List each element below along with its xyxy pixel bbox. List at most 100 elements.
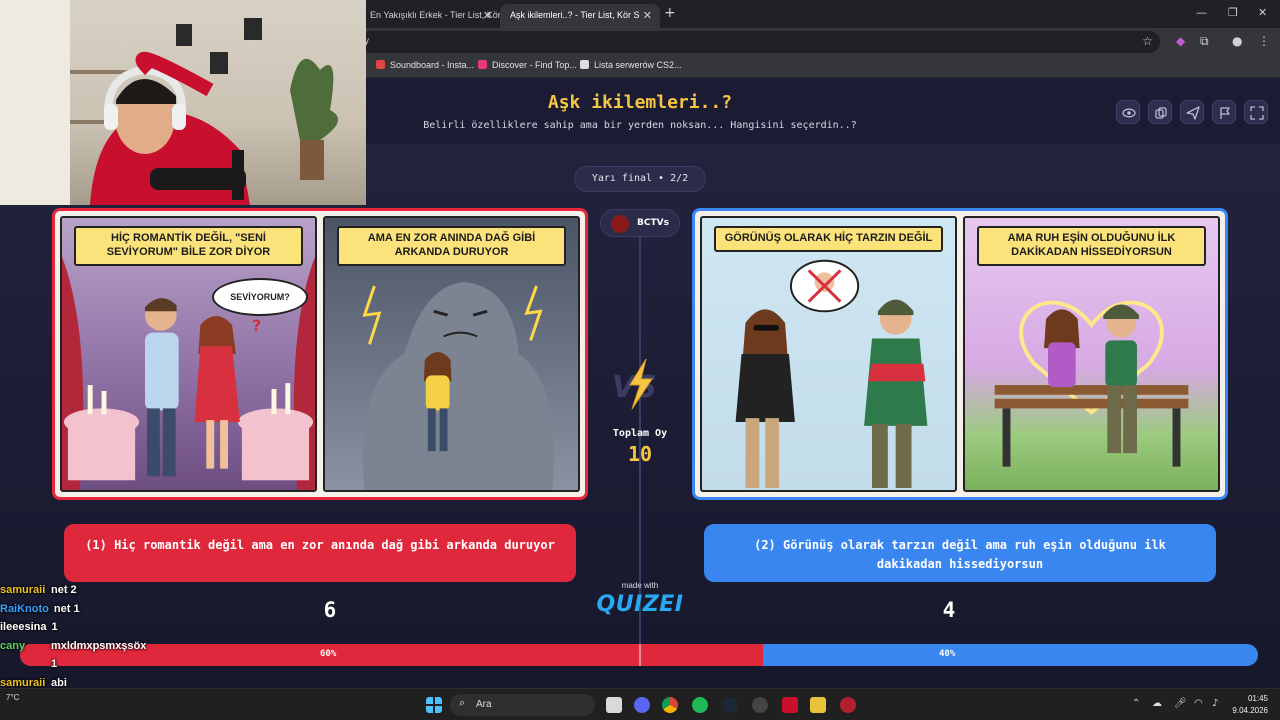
view-button[interactable] xyxy=(1116,100,1140,124)
cloud-icon[interactable]: ☁ xyxy=(1152,698,1162,709)
steam-icon[interactable] xyxy=(722,697,738,713)
streamer-webcam xyxy=(0,0,366,205)
chat-message: samuraii net 2 xyxy=(0,584,280,603)
puzzle-icon[interactable]: ⧉ xyxy=(1200,34,1209,49)
total-votes-value: 10 xyxy=(627,442,653,466)
option-1-panel-1: HİÇ ROMANTİK DEĞİL, "SENİ SEVİYORUM" BİL… xyxy=(60,216,317,492)
close-icon[interactable]: ✕ xyxy=(483,9,492,22)
windows-start-icon[interactable] xyxy=(426,697,442,713)
option-2-vote-count: 4 xyxy=(942,598,956,622)
option-2-panel-2-caption: AMA RUH EŞİN OLDUĞUNU İLK DAKİKADAN HİSS… xyxy=(977,226,1206,266)
share-button[interactable] xyxy=(1180,100,1204,124)
vote-option-2-button[interactable]: (2) Görünüş olarak tarzın değil ama ruh … xyxy=(704,524,1216,582)
app-icon[interactable] xyxy=(810,697,826,713)
chat-text: abi xyxy=(51,676,67,689)
option-1-card[interactable]: HİÇ ROMANTİK DEĞİL, "SENİ SEVİYORUM" BİL… xyxy=(52,208,588,500)
tab-label: Aşk ikilemleri..? - Tier List, Kör S xyxy=(510,10,640,20)
chat-username: RaiKnoto xyxy=(0,602,49,615)
star-icon[interactable]: ☆ xyxy=(1142,34,1153,48)
wifi-icon[interactable]: ◠ xyxy=(1194,698,1203,709)
tab-ask-ikilemleri[interactable]: Aşk ikilemleri..? - Tier List, Kör S ✕ xyxy=(500,4,660,28)
windows-taskbar: 7°C ⌕ Ara ⌃ ☁ 🎤︎ ◠ ♪ 01:45 9.04.2026 xyxy=(0,688,1280,720)
system-clock[interactable]: 01:45 9.04.2026 xyxy=(1208,693,1268,717)
question-mark-icon: ? xyxy=(252,316,262,335)
bookmark-label: Lista serwerów CS2... xyxy=(594,60,682,70)
spotify-icon[interactable] xyxy=(692,697,708,713)
option-2-panel-1: GÖRÜNÜŞ OLARAK HİÇ TARZIN DEĞİL xyxy=(700,216,957,492)
tab-label: En Yakışıklı Erkek - Tier List, Kör xyxy=(370,10,500,20)
bookmark-favicon-icon xyxy=(580,60,589,69)
menu-icon[interactable]: ⋮ xyxy=(1258,34,1270,48)
round-indicator: Yarı final • 2/2 xyxy=(574,166,706,192)
bookmark-label: Soundboard - Insta... xyxy=(390,60,475,70)
chat-message: cany mxldmxpsmxşsöx xyxy=(0,640,280,659)
microphone-icon[interactable]: 🎤︎ xyxy=(1174,698,1187,709)
chat-username: samuraii xyxy=(0,584,46,596)
copy-button[interactable] xyxy=(1148,100,1172,124)
shield-icon[interactable] xyxy=(782,697,798,713)
task-view-icon[interactable] xyxy=(606,697,622,713)
weather-temperature: 7°C xyxy=(6,693,20,702)
copy-icon xyxy=(1155,107,1167,119)
window-close-icon[interactable]: ✕ xyxy=(1258,6,1267,19)
chat-text: mxldmxpsmxşsöx xyxy=(51,639,147,652)
webcam-feed-image xyxy=(0,0,338,205)
made-with-label: made with xyxy=(621,581,659,590)
fullscreen-button[interactable] xyxy=(1244,100,1268,124)
option-1-percent: 60% xyxy=(320,649,337,659)
chat-text: 1 xyxy=(51,658,58,670)
svg-text:VS: VS xyxy=(612,370,657,405)
chat-username: cany xyxy=(0,639,26,652)
host-name: BCTVs xyxy=(637,218,669,228)
eye-icon xyxy=(1122,108,1136,118)
chevron-up-icon[interactable]: ⌃ xyxy=(1132,698,1140,709)
close-icon[interactable]: ✕ xyxy=(643,9,652,22)
bookmark-lista-serwerow[interactable]: Lista serwerów CS2... xyxy=(580,60,682,70)
option-1-vote-count: 6 xyxy=(323,598,337,622)
bookmark-soundboard[interactable]: Soundboard - Insta... xyxy=(376,60,474,70)
chat-message: RaiKnoto net 1 xyxy=(0,603,280,622)
chat-username: ileeesina xyxy=(0,621,47,633)
host-badge: BCTVs xyxy=(600,209,680,237)
thought-bubble: SEVİYORUM? xyxy=(212,278,308,316)
profile-icon[interactable]: ● xyxy=(1232,34,1242,48)
new-tab-icon[interactable]: + xyxy=(664,5,676,21)
chat-username: samuraii xyxy=(0,676,46,689)
chat-text: 1 xyxy=(51,621,58,633)
game-icon[interactable] xyxy=(840,697,856,713)
minimize-icon[interactable]: — xyxy=(1196,6,1207,19)
clock-time: 01:45 xyxy=(1247,694,1268,703)
obs-icon[interactable] xyxy=(752,697,768,713)
chat-text: net 1 xyxy=(53,602,80,615)
bookmark-favicon-icon xyxy=(376,60,385,69)
fullscreen-icon xyxy=(1250,106,1264,120)
progress-midline xyxy=(639,644,641,666)
flag-icon xyxy=(1220,107,1230,119)
maximize-icon[interactable]: ❐ xyxy=(1228,6,1238,19)
taskbar-search[interactable]: ⌕ Ara xyxy=(450,694,595,716)
option-2-panel-2: AMA RUH EŞİN OLDUĞUNU İLK DAKİKADAN HİSS… xyxy=(963,216,1220,492)
tab-tier-list[interactable]: En Yakışıklı Erkek - Tier List, Kör ✕ xyxy=(360,4,500,28)
quizei-logo[interactable]: QUIZEI xyxy=(596,592,684,617)
bookmark-discover[interactable]: Discover - Find Top... xyxy=(478,60,577,70)
option-2-panel-1-caption: GÖRÜNÜŞ OLARAK HİÇ TARZIN DEĞİL xyxy=(714,226,943,252)
vote-option-1-button[interactable]: (1) Hiç romantik değil ama en zor anında… xyxy=(64,524,576,582)
clock-date: 9.04.2026 xyxy=(1232,706,1268,715)
option-2-percent: 40% xyxy=(939,649,956,659)
total-votes-label: Toplam Oy xyxy=(612,428,668,439)
chrome-icon[interactable] xyxy=(662,697,678,713)
bookmark-favicon-icon xyxy=(478,60,487,69)
chat-text: net 2 xyxy=(51,584,77,596)
search-icon: ⌕ xyxy=(459,697,466,709)
option-1-panel-2: AMA EN ZOR ANINDA DAĞ GİBİ ARKANDA DURUY… xyxy=(323,216,580,492)
option-2-card[interactable]: GÖRÜNÜŞ OLARAK HİÇ TARZIN DEĞİL AMA RUH … xyxy=(692,208,1228,500)
weather-widget[interactable]: 7°C xyxy=(6,693,46,702)
search-placeholder: Ara xyxy=(476,699,492,710)
discord-icon[interactable] xyxy=(634,697,650,713)
send-icon xyxy=(1186,106,1200,120)
address-bar[interactable]: y xyxy=(360,31,1160,53)
extension-icon[interactable]: ◆ xyxy=(1176,34,1185,48)
option-1-panel-1-caption: HİÇ ROMANTİK DEĞİL, "SENİ SEVİYORUM" BİL… xyxy=(74,226,303,266)
style-mismatch-illustration xyxy=(735,259,928,489)
report-button[interactable] xyxy=(1212,100,1236,124)
